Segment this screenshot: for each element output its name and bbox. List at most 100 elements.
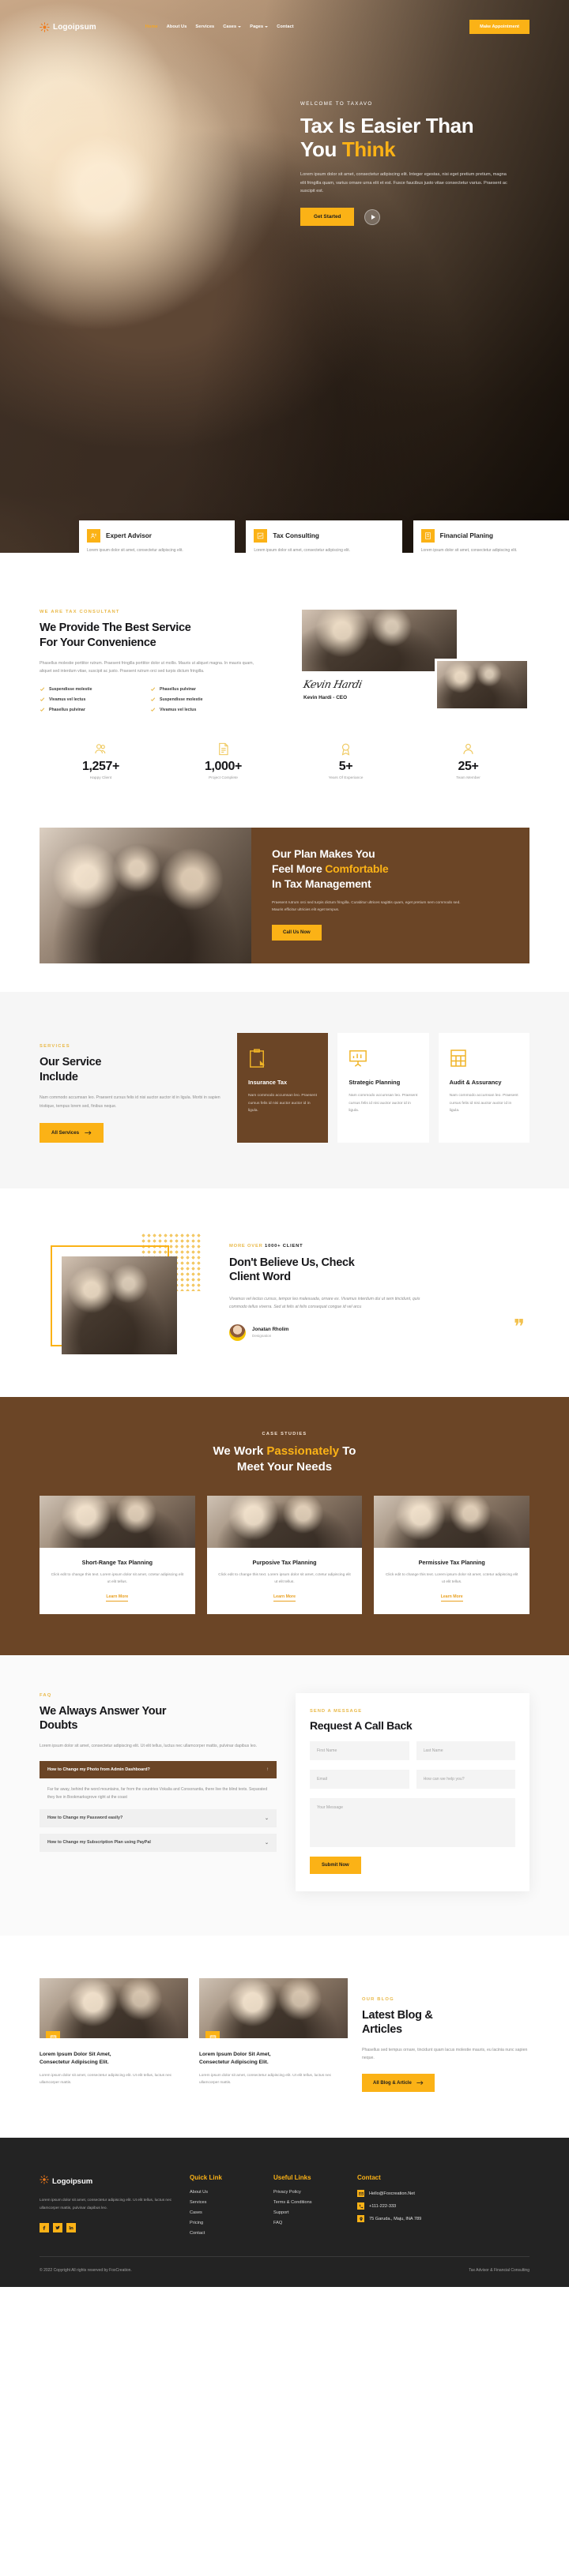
check-item: Suspendisse molestie: [150, 697, 253, 702]
faq-accordion: How to Change my Photo from Admin Dashbo…: [40, 1760, 277, 1852]
blog-section-title-line-1: Latest Blog &: [362, 2008, 433, 2022]
footer-link-faq[interactable]: FAQ: [273, 2221, 340, 2225]
email-input[interactable]: [310, 1769, 409, 1789]
service-card-strategic-planning[interactable]: Strategic Planning Nam commodo accumsan …: [337, 1033, 429, 1143]
get-started-button[interactable]: Get Started: [300, 208, 355, 227]
footer-link-contact[interactable]: Contact: [190, 2231, 256, 2236]
stat-happy-client: 1,257+ Happy Client: [40, 739, 162, 780]
check-label: Suspendisse molestie: [49, 686, 92, 692]
check-item: Vivamus vel lectus: [150, 707, 253, 712]
faq-question-toggle[interactable]: How to Change my Photo from Admin Dashbo…: [40, 1760, 277, 1778]
nav-item-about-us[interactable]: About Us: [167, 24, 187, 29]
all-blog-article-button[interactable]: All Blog & Article: [362, 2074, 435, 2093]
footer-link-support[interactable]: Support: [273, 2210, 340, 2215]
blog-copy: OUR BLOG Latest Blog & Articles Phasellu…: [362, 1978, 529, 2093]
learn-more-link[interactable]: Learn More: [440, 1594, 463, 1602]
nav-item-pages[interactable]: Pages: [250, 24, 269, 29]
learn-more-link[interactable]: Learn More: [273, 1594, 296, 1602]
footer-link-cases[interactable]: Cases: [190, 2210, 256, 2215]
contact-email[interactable]: Hello@Foxcreation.Net: [357, 2190, 529, 2198]
contact-address[interactable]: 75 Garuda., Maju, INA 789: [357, 2215, 529, 2223]
testimonial-media: [40, 1232, 205, 1354]
stat-years-of-experiance: 5+ Years Of Experiance: [284, 739, 407, 780]
case-card-short-range[interactable]: Short-Range Tax Planning Click edit to c…: [40, 1495, 195, 1614]
calculator-icon: [450, 1049, 518, 1072]
blog-card-1[interactable]: Lorem Ipsum Dolor Sit Amet, Consectetur …: [40, 1977, 188, 2092]
hero-title-highlight: Think: [341, 137, 396, 162]
linkedin-icon[interactable]: [66, 2223, 76, 2233]
testimonial-eyebrow-plain: 1000+ CLIENT: [262, 1243, 303, 1249]
case-title-plain: We Work: [213, 1444, 267, 1458]
case-photo: [374, 1495, 530, 1548]
service-card-audit-assurancy[interactable]: Audit & Assurancy Nam commodo accumsan l…: [438, 1033, 529, 1143]
about-title-line-2: For Your Convenience: [40, 636, 156, 649]
learn-more-link[interactable]: Learn More: [106, 1594, 129, 1602]
faq-title-line-1: We Always Answer Your: [40, 1704, 167, 1718]
nav-item-contact[interactable]: Contact: [277, 24, 294, 29]
footer-link-about-us[interactable]: About Us: [190, 2190, 256, 2195]
faq-item-subscription: How to Change my Subscription Plan using…: [40, 1833, 277, 1852]
check-icon: [40, 708, 45, 712]
case-card-purposive[interactable]: Purposive Tax Planning Click edit to cha…: [206, 1495, 363, 1614]
nav-item-home[interactable]: Home: [145, 24, 158, 29]
call-us-now-button[interactable]: Call Us Now: [272, 925, 322, 941]
plan-photo: [40, 828, 251, 964]
footer-column-title: Contact: [357, 2174, 381, 2182]
case-card-permissive[interactable]: Permissive Tax Planning Click edit to ch…: [374, 1495, 530, 1614]
testimonial-author-role: Designation: [252, 1334, 272, 1339]
footer-quick-links-column: Quick Link About Us Services Cases Prici…: [190, 2174, 256, 2236]
chevron-up-icon: ↑: [266, 1767, 269, 1772]
hero-section: Logoipsum Home About Us Services Cases P…: [0, 0, 569, 553]
faq-question-toggle[interactable]: How to Change my Subscription Plan using…: [40, 1833, 277, 1852]
stat-value: 5+: [338, 760, 353, 774]
twitter-icon[interactable]: [53, 2223, 62, 2233]
call-back-form: SEND A MESSAGE Request A Call Back Submi…: [296, 1692, 529, 1891]
case-title-line-2: Meet Your Needs: [236, 1459, 333, 1474]
about-media: Kevin Hardi Kevin Hardi - CEO: [297, 610, 529, 712]
footer-link-privacy-policy[interactable]: Privacy Policy: [273, 2190, 340, 2195]
service-title: Strategic Planning: [349, 1079, 401, 1087]
last-name-input[interactable]: [416, 1740, 515, 1760]
facebook-icon[interactable]: [40, 2223, 49, 2233]
footer-brand-name: Logoipsum: [52, 2176, 93, 2186]
service-card-insurance-tax[interactable]: Insurance Tax Nam commodo accumsan leo. …: [237, 1033, 329, 1143]
footer-link-pricing[interactable]: Pricing: [190, 2221, 256, 2225]
testimonial-section: MORE OVER 1000+ CLIENT Don't Believe Us,…: [0, 1188, 569, 1397]
blog-title: Lorem Ipsum Dolor Sit Amet, Consectetur …: [40, 2051, 188, 2067]
services-eyebrow: SERVICES: [40, 1044, 70, 1050]
testimonial-eyebrow: MORE OVER 1000+ CLIENT: [229, 1244, 529, 1249]
feature-card-financial-planing[interactable]: Financial Planing Lorem ipsum dolor sit …: [413, 520, 569, 553]
check-item: Phasellus pulvinar: [150, 686, 253, 692]
footer-logo[interactable]: Logoipsum: [40, 2174, 172, 2188]
nav-item-cases[interactable]: Cases: [223, 24, 242, 29]
faq-question-toggle[interactable]: How to Change my Password easily? ⌄: [40, 1808, 277, 1827]
brand-logo[interactable]: Logoipsum: [40, 21, 96, 32]
play-video-button[interactable]: [364, 208, 381, 225]
quote-mark-icon: ❞: [514, 1315, 525, 1339]
first-name-input[interactable]: [310, 1740, 409, 1760]
faq-question-text: How to Change my Photo from Admin Dashbo…: [47, 1767, 150, 1772]
submit-now-button[interactable]: Submit Now: [310, 1856, 361, 1874]
help-topic-input[interactable]: [416, 1769, 515, 1789]
footer-link-services[interactable]: Services: [190, 2200, 256, 2205]
hero-description: Lorem ipsum dolor sit amet, consectetur …: [300, 172, 507, 193]
check-item: Phasellus pulvinar: [40, 707, 142, 712]
chevron-down-icon: [265, 26, 269, 28]
message-textarea[interactable]: [310, 1797, 515, 1847]
nav-label: Services: [195, 24, 215, 29]
stats-row: 1,257+ Happy Client 1,000+ Project Compl…: [40, 739, 529, 780]
blog-title-line-1: Lorem Ipsum Dolor Sit Amet,: [199, 2051, 271, 2057]
feature-card-expert-advisor[interactable]: Expert Advisor Lorem ipsum dolor sit ame…: [79, 520, 236, 553]
feature-card-tax-consulting[interactable]: Tax Consulting Lorem ipsum dolor sit ame…: [246, 520, 402, 553]
blog-text: Lorem ipsum dolor sit amet, consectetur …: [199, 2074, 332, 2086]
blog-section: Lorem Ipsum Dolor Sit Amet, Consectetur …: [0, 1935, 569, 2139]
blog-card-2[interactable]: Lorem Ipsum Dolor Sit Amet, Consectetur …: [199, 1977, 348, 2092]
contact-phone[interactable]: +111-222-333: [357, 2202, 529, 2210]
testimonial-eyebrow-highlight: MORE OVER: [229, 1243, 263, 1249]
footer-link-terms-conditions[interactable]: Terms & Conditions: [273, 2200, 340, 2205]
about-photo-primary: [302, 610, 457, 671]
landing-page: Logoipsum Home About Us Services Cases P…: [0, 0, 569, 2288]
nav-item-services[interactable]: Services: [195, 24, 214, 29]
all-services-button[interactable]: All Services: [40, 1122, 104, 1143]
make-appointment-button[interactable]: Make Appointment: [469, 20, 529, 34]
